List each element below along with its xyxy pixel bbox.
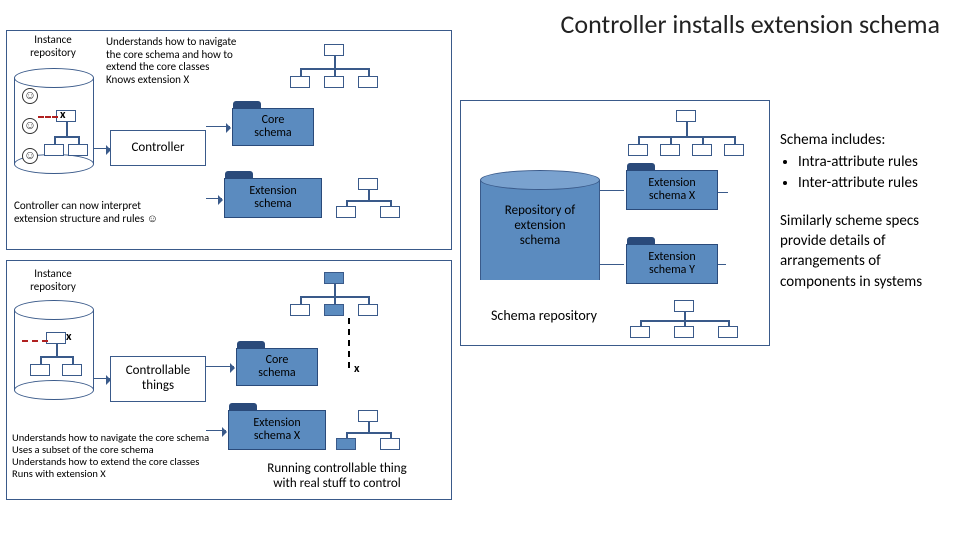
connector — [206, 198, 222, 199]
connector — [94, 148, 110, 149]
connector — [206, 430, 226, 431]
controllable-things-box: Controllable things — [110, 356, 206, 402]
connector — [94, 378, 110, 379]
page-title: Controller installs extension schema — [561, 8, 940, 40]
face-icon — [22, 88, 38, 104]
bullet-2: Inter-attribute rules — [798, 173, 950, 193]
bottom-footnote: Understands how to navigate the core sch… — [12, 432, 232, 480]
running-caption: Running controllable thing with real stu… — [232, 462, 442, 492]
dash-link — [38, 116, 58, 118]
ext-tree-2 — [336, 410, 406, 454]
instance-repo-label-1: Instance repository — [18, 34, 88, 59]
dashed-vertical — [348, 318, 350, 368]
extension-schema-y: Extension schema Y — [626, 244, 718, 284]
schema-repo-tree — [628, 110, 748, 162]
instance-repo-label-2: Instance repository — [18, 268, 88, 293]
extension-schema-x: Extension schema X — [626, 170, 718, 210]
controller-box: Controller — [110, 130, 206, 166]
mini-tree — [44, 110, 90, 164]
dash-link — [22, 340, 48, 342]
core-tree-1 — [290, 44, 380, 94]
scheme-specs-text: Similarly scheme specs provide details o… — [780, 211, 950, 292]
x-mark: x — [60, 108, 66, 122]
x-mark: x — [354, 362, 360, 376]
connector — [206, 366, 234, 367]
core-schema-2: Core schema — [236, 348, 318, 386]
connector — [600, 264, 624, 265]
connector — [718, 264, 726, 265]
core-schema-1: Core schema — [232, 108, 314, 146]
top-desc: Understands how to navigate the core sch… — [106, 36, 256, 87]
face-icon — [22, 148, 38, 164]
connector — [718, 192, 728, 193]
face-icon — [22, 118, 38, 134]
extension-schema-2: Extension schema X — [228, 410, 326, 450]
schema-repo-label: Repository of extension schema — [486, 204, 594, 249]
core-tree-2 — [290, 272, 380, 322]
extension-schema-1: Extension schema — [224, 178, 322, 218]
x-mark: x — [66, 330, 72, 344]
controller-footnote: Controller can now interpret extension s… — [14, 200, 214, 225]
connector — [206, 126, 230, 127]
ext-tree-1 — [336, 178, 406, 222]
right-notes: Schema includes: Intra-attribute rules I… — [780, 130, 950, 292]
schema-includes-label: Schema includes: — [780, 130, 950, 150]
schema-repo-caption: Schema repository — [476, 308, 612, 324]
connector — [600, 190, 624, 191]
bullet-1: Intra-attribute rules — [798, 152, 950, 172]
schema-repo-tree-bottom — [630, 300, 740, 340]
